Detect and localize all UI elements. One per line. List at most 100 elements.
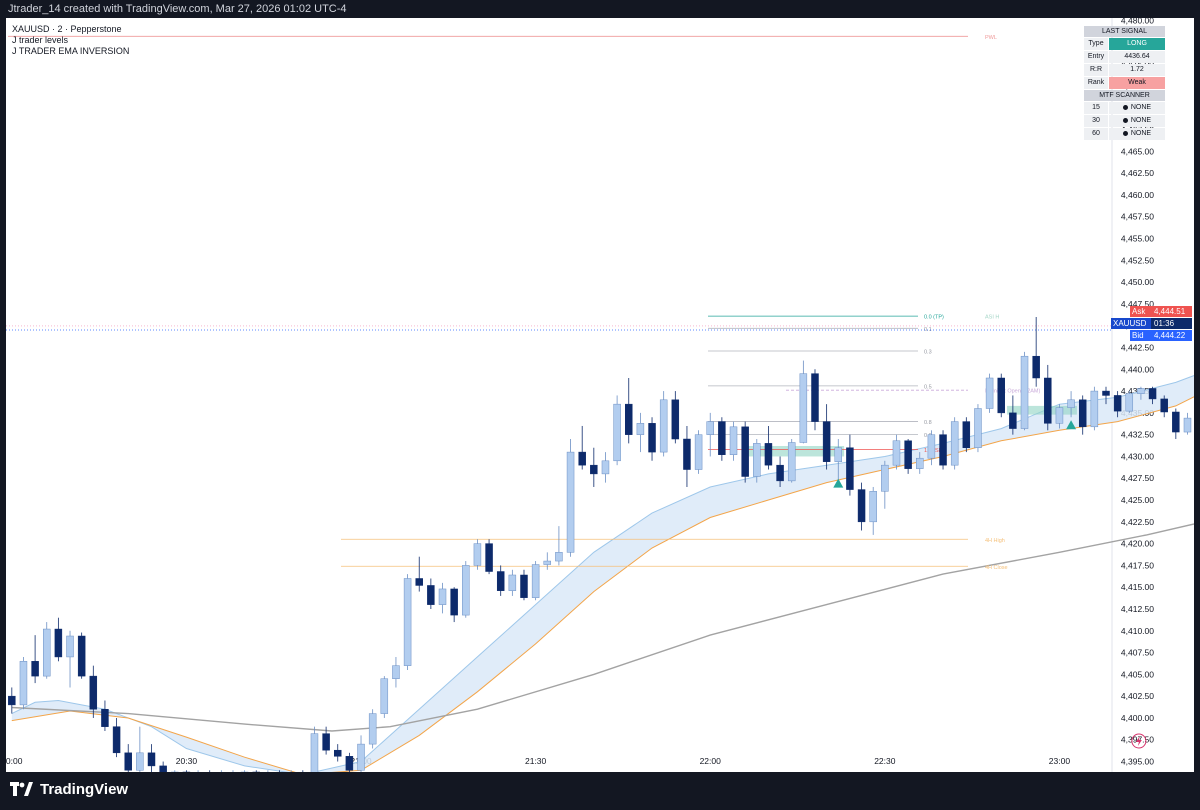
mtf-status-text: NONE (1130, 130, 1152, 137)
candle-body (939, 434, 947, 466)
y-tick-label: 4,402.50 (1121, 691, 1154, 701)
candle (974, 404, 982, 453)
chart-area[interactable]: 4,480.004,477.504,475.004,472.504,470.00… (6, 18, 1194, 772)
legend-symbol[interactable]: XAUUSD · 2 · Pepperstone (12, 24, 129, 35)
y-tick-label: 4,425.00 (1121, 495, 1154, 505)
h4-close-level-label: 4H Close (985, 565, 1008, 571)
candle-body (869, 491, 877, 523)
candle-body (450, 588, 458, 616)
candle-body (729, 426, 738, 455)
candle-body (648, 423, 656, 453)
y-tick-label: 4,455.00 (1121, 234, 1154, 244)
candle-body (66, 635, 74, 658)
ask-price-tag: 4,444.51 (1151, 306, 1192, 317)
candle (950, 417, 959, 470)
caption-text: Jtrader_14 created with TradingView.com,… (8, 3, 347, 15)
candle (1125, 391, 1134, 413)
candle-body (1125, 393, 1134, 412)
signal-value: 4436.64 (1109, 51, 1165, 63)
candle-body (787, 442, 796, 482)
bid-label: Bid (1130, 330, 1152, 341)
legend-indicator-ema[interactable]: J TRADER EMA INVERSION (12, 46, 129, 57)
candle-body (147, 752, 156, 767)
candle-body (846, 447, 854, 490)
candle (1172, 408, 1180, 440)
candle-body (985, 377, 994, 409)
mtf-status-text: NONE (1130, 117, 1152, 124)
candle-body (427, 585, 435, 605)
signal-key: Type (1084, 38, 1108, 50)
mtf-row-15: 15 NONE (1084, 102, 1165, 114)
candle-body (927, 434, 936, 459)
status-dot-icon (1122, 117, 1128, 123)
candle-body (601, 460, 610, 475)
candle-body (741, 426, 749, 477)
x-tick-label: 21:30 (525, 756, 547, 766)
signal-panel: LAST SIGNAL Type LONG Entry 4436.64 R:R … (1084, 25, 1165, 141)
candle-body (590, 464, 598, 475)
tradingview-logo[interactable]: TradingView (10, 780, 128, 798)
candle-body (89, 675, 98, 710)
candle (1183, 412, 1192, 435)
candle-body (415, 578, 423, 586)
candle (19, 656, 28, 710)
candle-body (974, 408, 982, 448)
y-tick-label: 4,442.50 (1121, 342, 1154, 352)
candle-body (578, 451, 586, 466)
mtf-row-30: 30 NONE (1084, 115, 1165, 127)
bid-price-tag: 4,444.22 (1151, 330, 1192, 341)
y-tick-label: 4,422.50 (1121, 517, 1154, 527)
candle-body (380, 678, 389, 714)
candle-body (392, 665, 400, 679)
ask-label: Ask (1130, 306, 1152, 317)
signal-row-entry: Entry 4436.64 (1084, 51, 1165, 63)
candle-body (1160, 398, 1168, 413)
signal-key: Entry (1084, 51, 1108, 63)
candle-body (683, 438, 691, 470)
price-chart[interactable]: 4,480.004,477.504,475.004,472.504,470.00… (6, 18, 1194, 772)
candle (310, 726, 319, 772)
candle-body (42, 628, 51, 677)
candle-body (112, 726, 121, 754)
mtf-status-text: NONE (1130, 104, 1152, 111)
candle-body (1148, 388, 1157, 400)
y-tick-label: 4,452.50 (1121, 255, 1154, 265)
y-tick-label: 4,457.50 (1121, 212, 1154, 222)
candle-body (1137, 388, 1145, 394)
candle (904, 439, 912, 474)
candle-body (950, 421, 959, 466)
signal-value: LONG (1109, 38, 1165, 50)
candle (403, 574, 412, 671)
candle (1020, 351, 1029, 431)
legend-indicator-levels[interactable]: J trader levels (12, 35, 129, 46)
candle (1090, 386, 1099, 431)
candle (42, 622, 51, 679)
candle-body (916, 457, 924, 469)
signal-value: Weak (1109, 77, 1165, 89)
candle-body (77, 635, 86, 677)
candle-body (706, 421, 714, 435)
candle-body (1020, 355, 1029, 429)
candle-body (1102, 390, 1110, 396)
y-tick-label: 4,450.00 (1121, 277, 1154, 287)
candle (473, 539, 482, 570)
candle-body (881, 464, 889, 492)
candle-body (566, 451, 575, 553)
mtf-timeframe: 30 (1084, 115, 1108, 127)
x-tick-label: 20:00 (6, 756, 23, 766)
candle-body (1055, 407, 1064, 424)
y-tick-label: 4,400.00 (1121, 713, 1154, 723)
candle (566, 439, 575, 557)
candle-body (1183, 417, 1192, 433)
candle (718, 417, 726, 461)
candle (462, 561, 470, 618)
candle-body (776, 464, 784, 482)
signal-key: Rank (1084, 77, 1108, 89)
candle-body (892, 440, 901, 466)
candle-body (345, 756, 354, 771)
candle-body (822, 421, 831, 462)
y-tick-label: 4,427.50 (1121, 473, 1154, 483)
legend: XAUUSD · 2 · Pepperstone J trader levels… (12, 24, 129, 57)
candle (380, 676, 389, 718)
order-block-zone (1007, 405, 1077, 415)
